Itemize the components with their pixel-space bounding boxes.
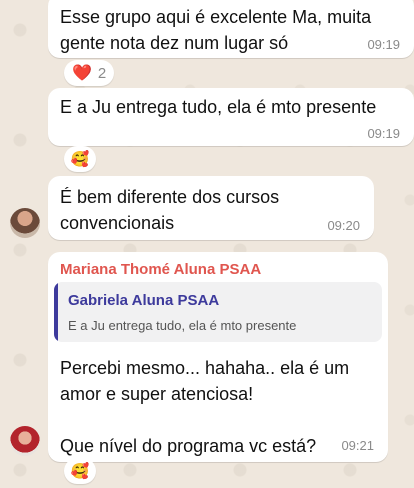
- reaction-count: 2: [97, 64, 107, 82]
- message-bubble[interactable]: Mariana Thomé Aluna PSAA Gabriela Aluna …: [48, 252, 388, 462]
- reaction-badge[interactable]: 🥰: [64, 458, 96, 484]
- message-bubble[interactable]: Esse grupo aqui é excelente Ma, muita ge…: [48, 0, 414, 58]
- reaction-badge[interactable]: 🥰: [64, 146, 96, 172]
- quoted-message[interactable]: Gabriela Aluna PSAA E a Ju entrega tudo,…: [54, 282, 382, 342]
- message-time: 09:19: [367, 126, 400, 141]
- message-text: E a Ju entrega tudo, ela é mto presente: [60, 97, 377, 117]
- message-text: Esse grupo aqui é excelente Ma, muita ge…: [60, 7, 372, 53]
- smiling-face-with-hearts-icon: 🥰: [70, 151, 90, 168]
- message-time: 09:20: [327, 218, 360, 233]
- quote-author: Gabriela Aluna PSAA: [68, 292, 220, 309]
- reaction-badge[interactable]: ❤️ 2: [64, 60, 115, 86]
- quote-accent-bar: [54, 282, 58, 342]
- heart-icon: ❤️: [72, 65, 92, 82]
- quote-text: E a Ju entrega tudo, ela é mto presente: [68, 318, 297, 333]
- avatar[interactable]: [10, 426, 40, 456]
- sender-name: Mariana Thomé Aluna PSAA: [60, 261, 262, 278]
- message-text: É bem diferente dos cursos convencionais: [60, 187, 280, 233]
- message-time: 09:19: [367, 37, 400, 52]
- message-bubble[interactable]: É bem diferente dos cursos convencionais…: [48, 176, 374, 240]
- message-bubble[interactable]: E a Ju entrega tudo, ela é mto presente …: [48, 88, 414, 146]
- smiling-face-with-hearts-icon: 🥰: [70, 463, 90, 480]
- message-time: 09:21: [341, 438, 374, 453]
- message-text: Percebi mesmo... hahaha.. ela é um amor …: [60, 358, 350, 456]
- avatar[interactable]: [10, 208, 40, 238]
